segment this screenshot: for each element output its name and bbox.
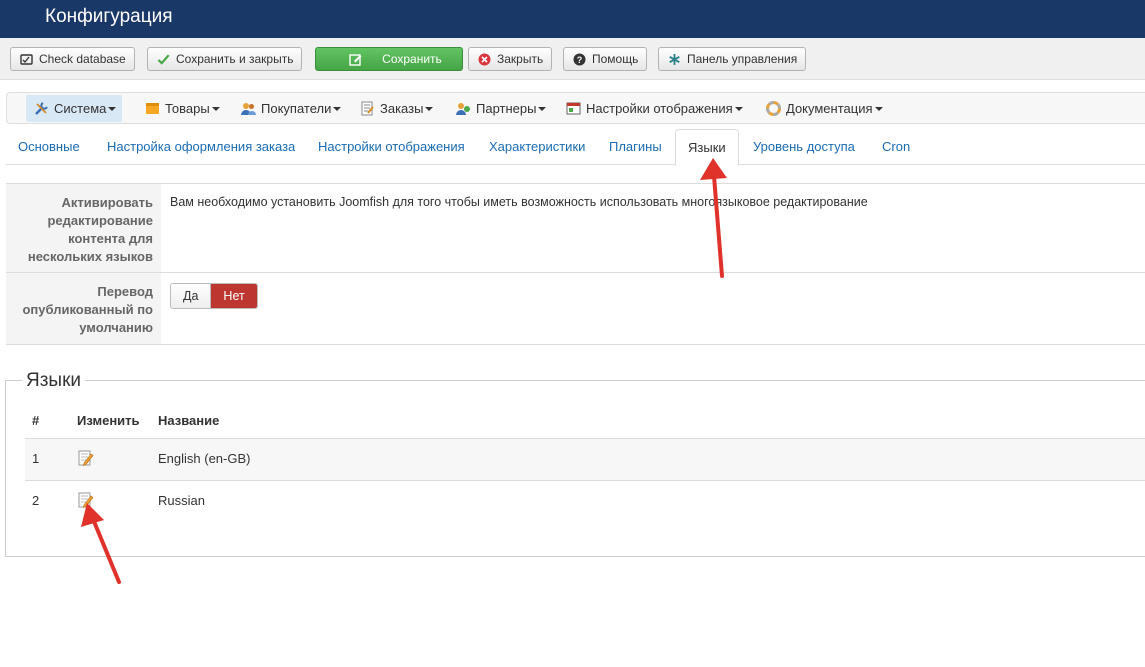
toggle-no-button[interactable]: Нет — [211, 284, 257, 308]
edit-icon[interactable] — [78, 492, 94, 508]
tab-display-settings[interactable]: Настройки отображения — [318, 128, 465, 165]
languages-fieldset: Языки # Изменить Название 1 English (en-… — [5, 369, 1145, 557]
toggle-yes-button[interactable]: Да — [171, 284, 212, 308]
menu-item-documentation-label: Документация — [786, 101, 873, 116]
column-header-edit: Изменить — [77, 413, 140, 428]
help-button[interactable]: ? Помощь — [563, 47, 648, 71]
menu-item-partners[interactable]: Партнеры — [448, 95, 547, 122]
tab-characteristics[interactable]: Характеристики — [489, 128, 585, 165]
menu-item-display-settings-label: Настройки отображения — [586, 101, 733, 116]
edit-icon[interactable] — [78, 450, 94, 466]
svg-text:?: ? — [577, 55, 583, 65]
tab-general[interactable]: Основные — [18, 128, 80, 165]
menu-item-orders[interactable]: Заказы — [352, 95, 434, 122]
chevron-down-icon — [734, 106, 743, 111]
edit-icon — [349, 54, 362, 66]
tab-plugins[interactable]: Плагины — [609, 128, 662, 165]
chevron-down-icon — [108, 106, 117, 111]
menu-item-system-label: Система — [54, 101, 107, 116]
row-num: 2 — [32, 493, 40, 508]
chevron-down-icon — [211, 106, 220, 111]
check-icon — [157, 54, 170, 65]
chevron-down-icon — [874, 106, 883, 111]
save-and-close-label: Сохранить и закрыть — [176, 52, 294, 66]
partners-icon — [456, 103, 470, 115]
table-row: 2 Russian — [25, 481, 1145, 523]
control-panel-label: Панель управления — [687, 52, 798, 66]
asterisk-icon — [669, 54, 680, 65]
tab-languages[interactable]: Языки — [675, 129, 739, 166]
chevron-down-icon — [333, 106, 342, 111]
tab-checkout-settings[interactable]: Настройка оформления заказа — [107, 128, 295, 165]
language-settings-form: Активировать редактирование контента для… — [6, 183, 1145, 345]
column-header-num: # — [32, 413, 40, 428]
tools-icon — [35, 102, 48, 115]
page-header: Конфигурация — [0, 0, 1145, 38]
menu-item-partners-label: Партнеры — [476, 101, 537, 116]
lifebuoy-icon — [766, 101, 781, 116]
tab-access-level[interactable]: Уровень доступа — [753, 128, 855, 165]
menu-item-products[interactable]: Товары — [137, 95, 220, 122]
page-title: Конфигурация — [45, 6, 173, 27]
row-num: 1 — [32, 451, 40, 466]
close-label: Закрыть — [497, 52, 544, 66]
tab-cron[interactable]: Cron — [882, 128, 910, 165]
multilang-label: Активировать редактирование контента для… — [6, 184, 161, 272]
chevron-down-icon — [425, 106, 434, 111]
control-panel-button[interactable]: Панель управления — [658, 47, 807, 71]
table-row: 1 English (en-GB) — [25, 439, 1145, 481]
close-circle-icon — [478, 53, 491, 66]
save-button[interactable]: Сохранить — [315, 47, 463, 71]
menu-item-documentation[interactable]: Документация — [758, 95, 883, 122]
column-header-name: Название — [158, 413, 220, 428]
menu-item-customers-label: Покупатели — [261, 101, 332, 116]
multilang-row: Активировать редактирование контента для… — [6, 184, 1145, 273]
config-tabs: Основные Настройка оформления заказа Нас… — [6, 128, 1145, 166]
multilang-message: Вам необходимо установить Joomfish для т… — [170, 195, 868, 209]
users-icon — [241, 103, 256, 115]
row-name: English (en-GB) — [158, 451, 251, 466]
close-button[interactable]: Закрыть — [468, 47, 553, 71]
box-icon — [146, 103, 159, 114]
database-check-icon — [20, 54, 33, 65]
chevron-down-icon — [538, 106, 547, 111]
check-database-button[interactable]: Check database — [10, 47, 135, 71]
window-icon — [566, 102, 581, 115]
menu-item-customers[interactable]: Покупатели — [233, 95, 342, 122]
row-name: Russian — [158, 493, 205, 508]
menu-item-products-label: Товары — [165, 101, 210, 116]
languages-legend: Языки — [22, 369, 86, 393]
table-header: # Изменить Название — [25, 401, 1145, 439]
main-menu: Система Товары Покупатели Заказы Партнер… — [6, 92, 1145, 124]
menu-item-orders-label: Заказы — [380, 101, 424, 116]
menu-item-display-settings[interactable]: Настройки отображения — [558, 95, 743, 122]
languages-table: # Изменить Название 1 English (en-GB) 2 … — [25, 401, 1145, 523]
save-label: Сохранить — [382, 52, 442, 66]
question-circle-icon: ? — [573, 53, 586, 66]
translate-default-row: Перевод опубликованный по умолчанию Да Н… — [6, 273, 1145, 345]
menu-item-system[interactable]: Система — [26, 95, 123, 122]
save-and-close-button[interactable]: Сохранить и закрыть — [147, 47, 303, 71]
toolbar: Check database Сохранить и закрыть Сохра… — [0, 38, 1145, 80]
translate-default-label: Перевод опубликованный по умолчанию — [6, 273, 161, 344]
help-label: Помощь — [592, 52, 639, 66]
orders-icon — [361, 101, 374, 116]
translate-default-toggle: Да Нет — [170, 283, 258, 309]
check-database-label: Check database — [39, 52, 126, 66]
